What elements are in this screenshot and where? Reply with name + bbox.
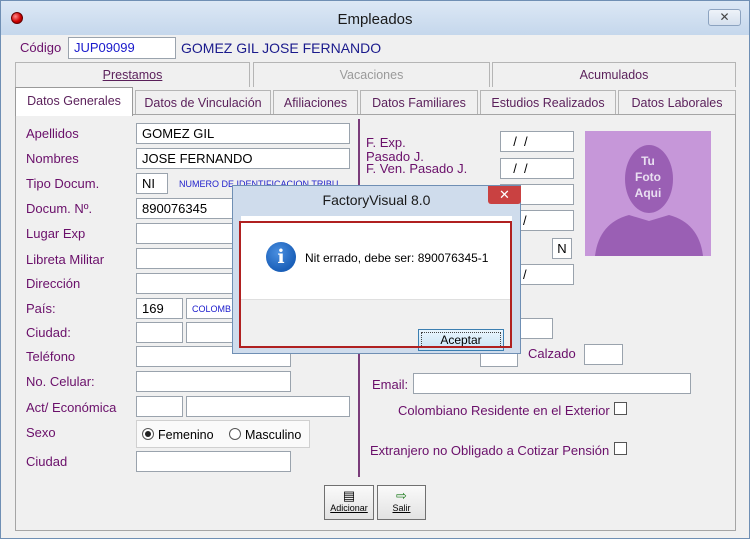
salir-label: Salir [392,503,411,513]
docum-no-input[interactable]: 890076345 [136,198,236,219]
salir-button[interactable]: ⇨ Salir [377,485,426,520]
email-label: Email: [372,377,409,392]
femenino-label: Femenino [158,428,214,442]
adicionar-label: Adicionar [330,503,368,513]
info-icon: i [266,242,296,272]
celular-input[interactable] [136,371,291,392]
dialog-title: FactoryVisual 8.0 [322,192,431,208]
lugar-exp-label: Lugar Exp [26,226,86,241]
sexo-label: Sexo [26,425,56,440]
extranjero-checkbox[interactable] [614,442,627,455]
direccion-input[interactable] [136,273,236,294]
dialog-close-button[interactable]: ✕ [488,186,521,204]
ciudad-colon-label: Ciudad: [26,325,71,340]
direccion-label: Dirección [26,276,81,291]
employee-name: GOMEZ GIL JOSE FERNANDO [181,40,382,56]
tab-afiliaciones[interactable]: Afiliaciones [273,90,358,114]
libreta-militar-label: Libreta Militar [26,252,105,267]
pais-code-input[interactable]: 169 [136,298,183,319]
f-ven-pasado-input[interactable]: / / [500,158,574,179]
femenino-radio[interactable] [142,428,154,440]
email-input[interactable] [413,373,691,394]
tab-estudios-realizados[interactable]: Estudios Realizados [480,90,616,114]
dialog-footer: Aceptar [241,299,512,351]
document-add-icon: ▤ [342,488,356,503]
act-economica-label: Act/ Económica [26,400,117,415]
photo-caption-line-1: Tu [641,154,655,168]
f-exp-label: F. Exp. [366,135,406,150]
tipo-docum-input[interactable]: NI [136,173,168,194]
tab-datos-vinculacion[interactable]: Datos de Vinculación [135,90,271,114]
celular-label: No. Celular: [26,374,95,389]
tab-vacaciones[interactable]: Vacaciones [253,62,490,87]
lugar-exp-input[interactable] [136,223,236,244]
adicionar-button[interactable]: ▤ Adicionar [324,485,374,520]
ciudad-input[interactable] [136,451,291,472]
ciudad-label: Ciudad [26,454,68,469]
colombiano-residente-label: Colombiano Residente en el Exterior [398,403,610,418]
colombiano-residente-checkbox[interactable] [614,402,627,415]
tab-datos-generales[interactable]: Datos Generales [15,87,133,116]
calzado-label: Calzado [528,346,576,361]
ciudad-code-input[interactable] [136,322,183,343]
close-button[interactable]: ✕ [708,9,741,26]
act-economica-code-input[interactable] [136,396,183,417]
calzado-input[interactable] [584,344,623,365]
photo-caption-line-2: Foto [635,170,661,184]
photo-caption-line-3: Aqui [634,186,662,200]
f-exp-input[interactable]: / / [500,131,574,152]
aceptar-button[interactable]: Aceptar [418,329,504,351]
apellidos-label: Apellidos [26,126,79,141]
photo-caption: Tu Foto Aqui [585,153,711,201]
codigo-input[interactable]: JUP09099 [68,37,176,59]
apellidos-input[interactable]: GOMEZ GIL [136,123,350,144]
f-ven-pasado-label: F. Ven. Pasado J. [366,161,468,176]
codigo-label: Código [20,40,62,55]
tab-datos-laborales[interactable]: Datos Laborales [618,90,736,114]
nombres-label: Nombres [26,151,79,166]
nombres-input[interactable]: JOSE FERNANDO [136,148,350,169]
pais-label: País: [26,301,56,316]
act-economica-name-input[interactable] [186,396,350,417]
right-n-field[interactable]: N [552,238,572,259]
photo-placeholder[interactable]: Tu Foto Aqui [585,131,711,256]
masculino-radio[interactable] [229,428,241,440]
exit-door-icon: ⇨ [396,488,407,503]
libreta-militar-input[interactable] [136,248,236,269]
masculino-label: Masculino [245,428,302,442]
tab-acumulados[interactable]: Acumulados [492,62,736,87]
docum-no-label: Docum. Nº. [26,201,93,216]
right-field-7[interactable] [517,318,553,339]
window-title: Empleados [337,11,413,28]
extranjero-label: Extranjero no Obligado a Cotizar Pensión [370,443,610,458]
title-bar: Empleados ✕ [1,1,749,35]
dialog-message: Nit errado, debe ser: 890076345-1 [305,251,489,265]
pais-name-input[interactable]: COLOMB [186,298,236,319]
tab-prestamos[interactable]: Prestamos [15,62,250,87]
tab-datos-familiares[interactable]: Datos Familiares [360,90,478,114]
telefono-label: Teléfono [26,349,76,364]
dialog-body: i Nit errado, debe ser: 890076345-1 Acep… [241,216,512,351]
tipo-docum-label: Tipo Docum. [26,176,100,191]
error-dialog: FactoryVisual 8.0 ✕ i Nit errado, debe s… [232,185,521,354]
ciudad-name-input[interactable] [186,322,236,343]
